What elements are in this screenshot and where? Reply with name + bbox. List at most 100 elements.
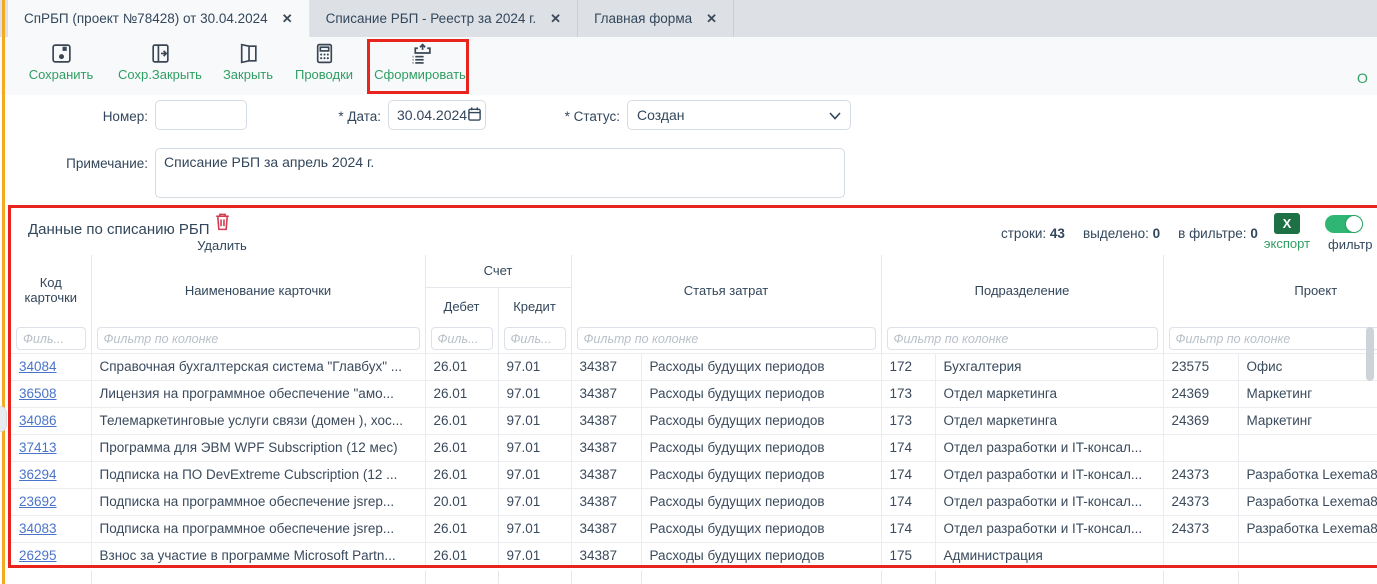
debit-cell: 26.01: [425, 407, 498, 434]
column-header-department[interactable]: Подразделение: [881, 255, 1163, 325]
filter-input-card-code[interactable]: [16, 327, 86, 350]
card-name-cell: Лицензия на программное обеспечение "амо…: [91, 380, 425, 407]
rows-count: строки: 43: [1001, 226, 1065, 241]
cost-name-cell: Расходы будущих периодов: [641, 407, 881, 434]
save-and-close-button[interactable]: Сохр.Закрыть: [110, 42, 210, 90]
cost-code-cell: 34387: [571, 515, 641, 542]
close-button[interactable]: Закрыть: [216, 42, 280, 90]
panel-collapse-handle[interactable]: [0, 406, 7, 432]
project-name-cell: [1238, 434, 1377, 461]
column-header-account-group: Счет: [425, 255, 571, 287]
close-icon[interactable]: ✕: [550, 11, 561, 27]
export-excel-button[interactable]: X экспорт: [1259, 213, 1315, 251]
filter-input-cost-item[interactable]: [577, 327, 876, 350]
column-header-card-code[interactable]: Код карточки: [11, 255, 91, 325]
project-code-cell: 24369: [1163, 407, 1238, 434]
card-name-cell: Взнос за участие в программе Microsoft P…: [91, 542, 425, 568]
vertical-scrollbar-thumb[interactable]: [1366, 327, 1374, 381]
save-icon: [50, 42, 73, 65]
generate-upload-icon: [409, 42, 432, 65]
status-select[interactable]: Создан: [627, 100, 851, 130]
dept-name-cell: Отдел маркетинга: [935, 407, 1163, 434]
dept-code-cell: 172: [881, 353, 935, 380]
date-value: 30.04.2024: [397, 107, 467, 123]
delete-button[interactable]: Удалить: [193, 211, 251, 253]
table-row[interactable]: 34084 Справочная бухгалтерская система "…: [11, 353, 1377, 380]
card-code-link[interactable]: 34083: [19, 521, 57, 536]
debit-cell: 26.01: [425, 515, 498, 542]
card-name-cell: Справочная бухгалтерская система "Главбу…: [91, 353, 425, 380]
cost-name-cell: Расходы будущих периодов: [641, 542, 881, 568]
filter-toggle[interactable]: [1325, 215, 1363, 233]
note-textarea[interactable]: Списание РБП за апрель 2024 г.: [155, 148, 845, 198]
debit-cell: 26.01: [425, 353, 498, 380]
table-row[interactable]: 34083 Подписка на программное обеспечени…: [11, 515, 1377, 542]
filter-input-project[interactable]: [1169, 327, 1377, 350]
dept-code-cell: 174: [881, 488, 935, 515]
filter-input-department[interactable]: [887, 327, 1158, 350]
project-name-cell: Офис: [1238, 353, 1377, 380]
table-row[interactable]: 36508 Лицензия на программное обеспечени…: [11, 380, 1377, 407]
cost-name-cell: Расходы будущих периодов: [641, 380, 881, 407]
table-row[interactable]: 34086 Телемаркетинговые услуги связи (до…: [11, 407, 1377, 434]
filter-input-debit[interactable]: [431, 327, 493, 350]
tab-sprbp-document[interactable]: СпРБП (проект №78428) от 30.04.2024 ✕: [8, 0, 310, 37]
cost-code-cell: 34387: [571, 353, 641, 380]
close-icon[interactable]: ✕: [706, 11, 717, 27]
dept-name-cell: Администрация: [935, 542, 1163, 568]
project-name-cell: Маркетинг: [1238, 380, 1377, 407]
column-header-credit[interactable]: Кредит: [498, 287, 571, 325]
postings-button[interactable]: Проводки: [286, 42, 362, 90]
card-code-cell: 26295: [11, 542, 91, 568]
tab-registry[interactable]: Списание РБП - Реестр за 2024 г. ✕: [310, 0, 578, 37]
clipped-toolbar-button-label[interactable]: О: [1357, 70, 1368, 86]
close-button-label: Закрыть: [223, 67, 273, 82]
trash-icon: [213, 211, 232, 237]
table-row[interactable]: 23692 Подписка на программное обеспечени…: [11, 488, 1377, 515]
filter-input-card-name[interactable]: [97, 327, 420, 350]
project-name-cell: Разработка Lexema8: [1238, 515, 1377, 542]
table-row[interactable]: 37413 Программа для ЭВМ WPF Subscription…: [11, 434, 1377, 461]
dept-code-cell: 173: [881, 380, 935, 407]
rbp-writeoff-data-panel: Данные по списанию РБП Удалить строки: 4…: [8, 205, 1377, 568]
credit-cell: 97.01: [498, 380, 571, 407]
project-code-cell: [1163, 542, 1238, 568]
table-row[interactable]: 36294 Подписка на ПО DevExtreme Cubscrip…: [11, 461, 1377, 488]
save-button[interactable]: Сохранить: [18, 42, 104, 90]
tab-label: Списание РБП - Реестр за 2024 г.: [326, 11, 537, 26]
selected-count: выделено: 0: [1083, 226, 1160, 241]
number-input[interactable]: [155, 100, 247, 130]
date-input[interactable]: 30.04.2024: [388, 100, 486, 130]
rbp-data-grid: Код карточки Наименование карточки Счет …: [11, 255, 1377, 568]
column-header-project[interactable]: Проект: [1163, 255, 1377, 325]
delete-button-label: Удалить: [197, 238, 247, 253]
close-icon[interactable]: ✕: [282, 11, 293, 27]
debit-cell: 26.01: [425, 380, 498, 407]
card-code-link[interactable]: 34086: [19, 413, 57, 428]
tab-label: Главная форма: [594, 11, 692, 26]
grid-stats: строки: 43 выделено: 0 в фильтре: 0: [1001, 226, 1258, 241]
filter-input-credit[interactable]: [504, 327, 566, 350]
column-header-card-name[interactable]: Наименование карточки: [91, 255, 425, 325]
card-code-link[interactable]: 26295: [19, 548, 57, 563]
card-code-link[interactable]: 23692: [19, 494, 57, 509]
card-code-link[interactable]: 36508: [19, 386, 57, 401]
left-accent-stripe: [2, 0, 5, 584]
card-code-link[interactable]: 36294: [19, 467, 57, 482]
project-name-cell: Разработка Lexema8: [1238, 488, 1377, 515]
table-row[interactable]: 26295 Взнос за участие в программе Micro…: [11, 542, 1377, 568]
column-header-debit[interactable]: Дебет: [425, 287, 498, 325]
column-header-cost-item[interactable]: Статья затрат: [571, 255, 881, 325]
credit-cell: 97.01: [498, 434, 571, 461]
generate-button[interactable]: Сформировать: [374, 42, 466, 90]
cost-code-cell: 34387: [571, 380, 641, 407]
cost-code-cell: 34387: [571, 488, 641, 515]
calendar-icon[interactable]: [467, 106, 482, 125]
cost-code-cell: 34387: [571, 461, 641, 488]
tab-main-form[interactable]: Главная форма ✕: [578, 0, 734, 37]
card-code-link[interactable]: 37413: [19, 440, 57, 455]
card-code-link[interactable]: 34084: [19, 359, 57, 374]
generate-button-label: Сформировать: [374, 67, 466, 82]
cost-code-cell: 34387: [571, 407, 641, 434]
project-code-cell: 23575: [1163, 353, 1238, 380]
